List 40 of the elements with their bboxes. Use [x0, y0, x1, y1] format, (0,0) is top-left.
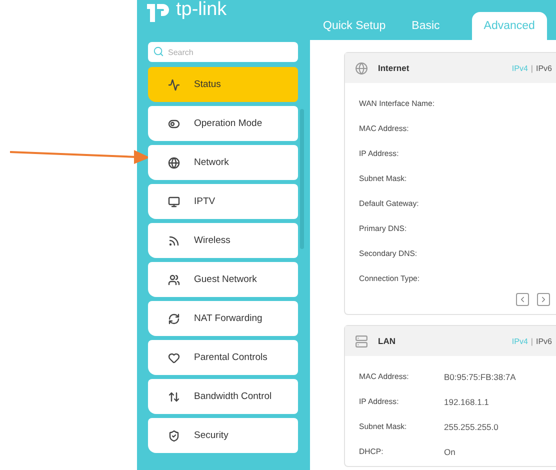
logo-text: tp-link	[176, 0, 227, 20]
sidebar-item[interactable]: Status	[148, 67, 298, 102]
field-value: 192.168.1.1	[444, 396, 489, 406]
card-title: LAN	[378, 336, 396, 346]
sidebar-item[interactable]: Security	[148, 418, 298, 453]
previous-button[interactable]	[516, 293, 529, 306]
arrows-icon	[168, 390, 180, 402]
shield-icon	[168, 430, 180, 442]
search-icon	[153, 46, 164, 57]
refresh-icon	[168, 312, 180, 324]
sidebar-item[interactable]: Guest Network	[148, 262, 298, 297]
signal-icon	[168, 234, 180, 246]
sidebar-item[interactable]: NAT Forwarding	[148, 301, 298, 336]
field-value: On	[444, 446, 456, 456]
pulse-icon	[168, 78, 180, 90]
sidebar-item[interactable]: Network	[148, 145, 298, 180]
sidebar-item[interactable]: IPTV	[148, 184, 298, 219]
search-field[interactable]: Search	[148, 42, 298, 62]
logo-icon	[145, 2, 171, 24]
separator: |	[530, 64, 533, 72]
next-button[interactable]	[537, 293, 550, 306]
monitor-icon	[168, 196, 180, 208]
version-link[interactable]: IPv6	[536, 64, 552, 72]
chevron-right-icon	[539, 295, 548, 304]
users-icon	[168, 274, 180, 286]
toggle-icon	[168, 118, 180, 130]
field-value: B0:95:75:FB:38:7A	[444, 372, 516, 382]
sidebar-item[interactable]: Parental Controls	[148, 340, 298, 375]
version-link[interactable]: IPv6	[536, 336, 552, 346]
sidebar-item[interactable]: Bandwidth Control	[148, 379, 298, 414]
chevron-left-icon	[518, 295, 527, 304]
server-icon	[355, 334, 368, 348]
globe-icon	[168, 156, 180, 168]
globe-icon	[355, 62, 368, 74]
separator: |	[530, 336, 533, 346]
card-title: Internet	[378, 63, 410, 73]
heart-icon	[168, 352, 180, 364]
sidebar-item[interactable]: Wireless	[148, 223, 298, 258]
field-value: 255.255.255.0	[444, 422, 498, 432]
sidebar-item[interactable]: Operation Mode	[148, 106, 298, 141]
